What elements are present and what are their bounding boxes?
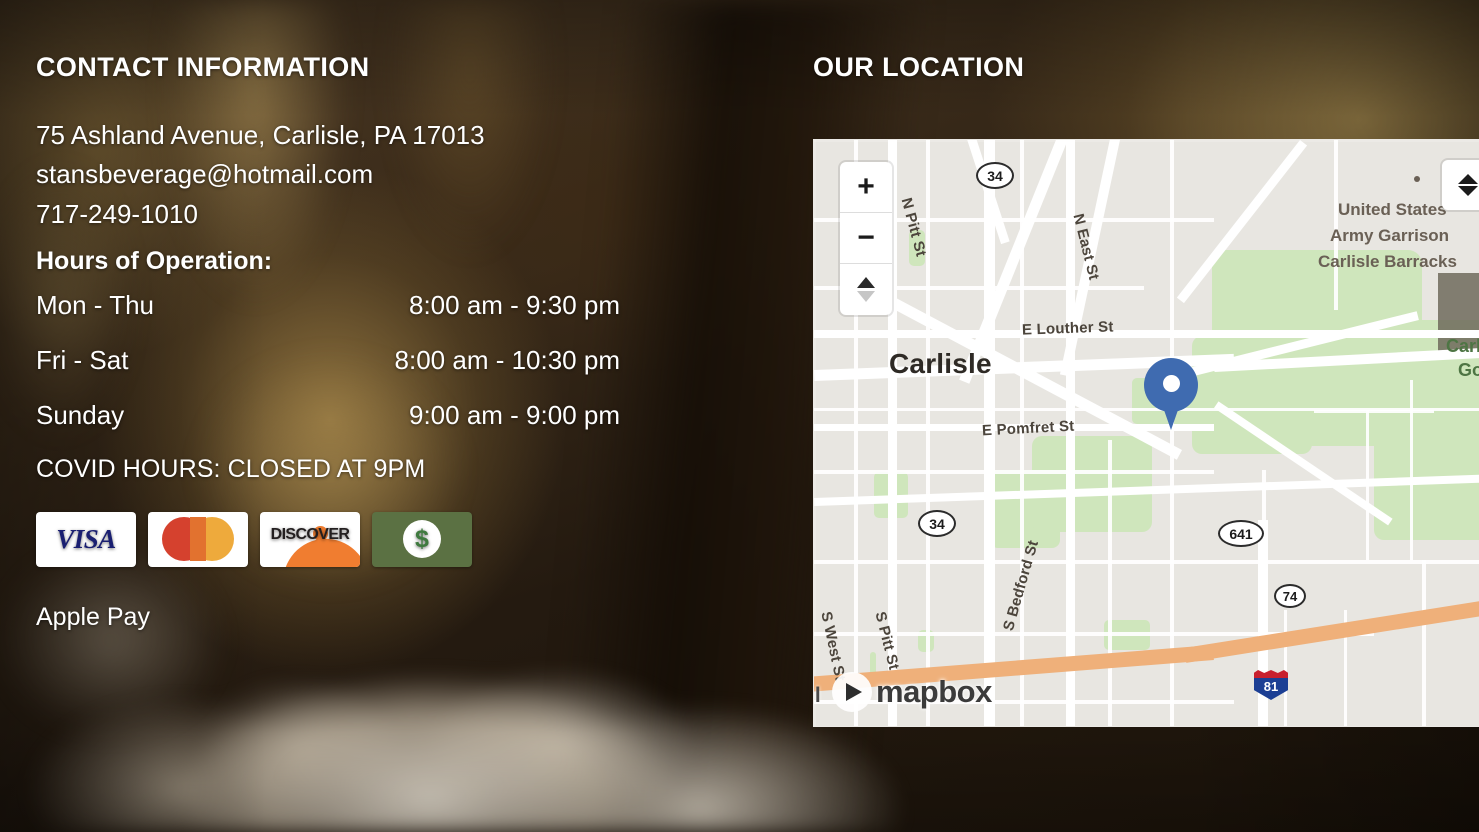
interstate-shield-top	[1254, 670, 1288, 678]
map-street-minor	[1410, 380, 1413, 560]
address-text: 75 Ashland Avenue, Carlisle, PA 17013	[36, 120, 485, 150]
phone-text[interactable]: 717-249-1010	[36, 198, 656, 231]
zoom-out-button[interactable]: −	[840, 213, 892, 264]
email-text[interactable]: stansbeverage@hotmail.com	[36, 158, 656, 191]
compass-up-icon	[857, 277, 875, 288]
map-route-shield-34-north: 34	[976, 162, 1014, 189]
fullscreen-down-arrow	[1458, 186, 1478, 196]
apple-pay-label: Apple Pay	[36, 602, 150, 631]
map-street-minor	[926, 140, 930, 726]
map-label-carlisle: Carlisle	[889, 348, 992, 379]
hours-time-value: 9:00 am - 9:00 pm	[409, 399, 620, 430]
map-zoom-controls[interactable]: + −	[840, 162, 892, 315]
map-interstate-shield-81: 81	[1254, 670, 1288, 700]
visa-label: VISA	[56, 523, 116, 554]
map-poi-united-states: United States	[1338, 200, 1447, 219]
hours-day-label: Fri - Sat	[36, 344, 129, 375]
map-street-louther	[814, 330, 1479, 338]
map-park	[1032, 436, 1152, 532]
our-location-section: OUR LOCATION	[813, 52, 1024, 83]
map-street-minor	[1422, 560, 1426, 726]
hours-table: Mon - Thu 8:00 am - 9:30 pm Fri - Sat 8:…	[36, 290, 620, 431]
map-green-poi-carlisle: Carlisle	[1446, 336, 1479, 356]
payment-methods-row: VISA DISCOVER $	[36, 511, 656, 567]
mastercard-card-icon	[148, 511, 248, 567]
hours-time-value: 8:00 am - 9:30 pm	[409, 289, 620, 320]
fullscreen-up-arrow	[1458, 174, 1478, 184]
mapbox-wordmark: mapbox	[876, 674, 992, 709]
map-poi-carlisle-barracks: Carlisle Barracks	[1318, 252, 1457, 271]
hours-row: Sunday 9:00 am - 9:00 pm	[36, 400, 620, 431]
hours-of-operation-heading: Hours of Operation:	[36, 246, 273, 275]
map-street-minor	[1170, 140, 1174, 726]
compass-reset-button[interactable]	[840, 264, 892, 315]
dollar-circle-icon: $	[403, 520, 441, 559]
hours-row: Fri - Sat 8:00 am - 10:30 pm	[36, 345, 620, 376]
hours-day-label: Mon - Thu	[36, 289, 155, 320]
map-street-minor	[1314, 410, 1434, 413]
zoom-in-button[interactable]: +	[840, 162, 892, 213]
map-route-shield-74: 74	[1274, 584, 1306, 608]
location-heading: OUR LOCATION	[813, 52, 1025, 82]
map-location-marker[interactable]	[1144, 358, 1198, 430]
mapbox-glyph	[846, 683, 862, 701]
map-poi-dot	[1414, 176, 1420, 182]
map-street-minor	[1108, 440, 1112, 726]
map-route-shield-641: 641	[1218, 520, 1264, 547]
contact-information-section: CONTACT INFORMATION 75 Ashland Avenue, C…	[36, 52, 656, 632]
map-canvas[interactable]: N Pitt St N East St E Louther St E Pomfr…	[814, 140, 1479, 726]
hours-day-label: Sunday	[36, 399, 125, 430]
contact-heading: CONTACT INFORMATION	[36, 52, 370, 82]
marker-center-dot	[1163, 375, 1180, 392]
interstate-shield-number: 81	[1254, 678, 1288, 700]
compass-down-icon	[857, 291, 875, 302]
dollar-sign-label: $	[415, 524, 429, 553]
hours-row: Mon - Thu 8:00 am - 9:30 pm	[36, 290, 620, 321]
fullscreen-icon	[1458, 174, 1478, 196]
hours-time-value: 8:00 am - 10:30 pm	[394, 344, 620, 375]
map-label-e-louther-st: E Louther St	[1021, 318, 1114, 339]
mapbox-attribution[interactable]: mapbox	[832, 672, 992, 712]
map-route-shield-34-south: 34	[918, 510, 956, 537]
map-street-minor	[814, 560, 1479, 564]
map-poi-army-garrison: Army Garrison	[1330, 226, 1450, 245]
map-street-minor	[1284, 610, 1287, 726]
page-root: CONTACT INFORMATION 75 Ashland Avenue, C…	[0, 0, 1479, 832]
mastercard-glyph	[162, 517, 234, 562]
mapbox-logo-icon[interactable]	[832, 672, 872, 712]
visa-card-icon: VISA	[36, 511, 136, 567]
cash-payment-icon: $	[372, 511, 472, 567]
map-green-poi-golf: Golf	[1458, 360, 1479, 380]
mastercard-overlap	[190, 517, 206, 562]
map-widget[interactable]: N Pitt St N East St E Louther St E Pomfr…	[813, 139, 1479, 727]
map-street-minor	[1366, 410, 1369, 560]
covid-hours-note: COVID HOURS: CLOSED AT 9PM	[36, 454, 426, 483]
discover-card-icon: DISCOVER	[260, 511, 360, 567]
fullscreen-button[interactable]	[1442, 160, 1479, 210]
map-attribution-clipped: bl	[814, 684, 821, 707]
map-street-minor	[814, 470, 1214, 474]
map-street-minor	[1334, 140, 1338, 310]
discover-label: DISCOVER	[270, 526, 350, 544]
